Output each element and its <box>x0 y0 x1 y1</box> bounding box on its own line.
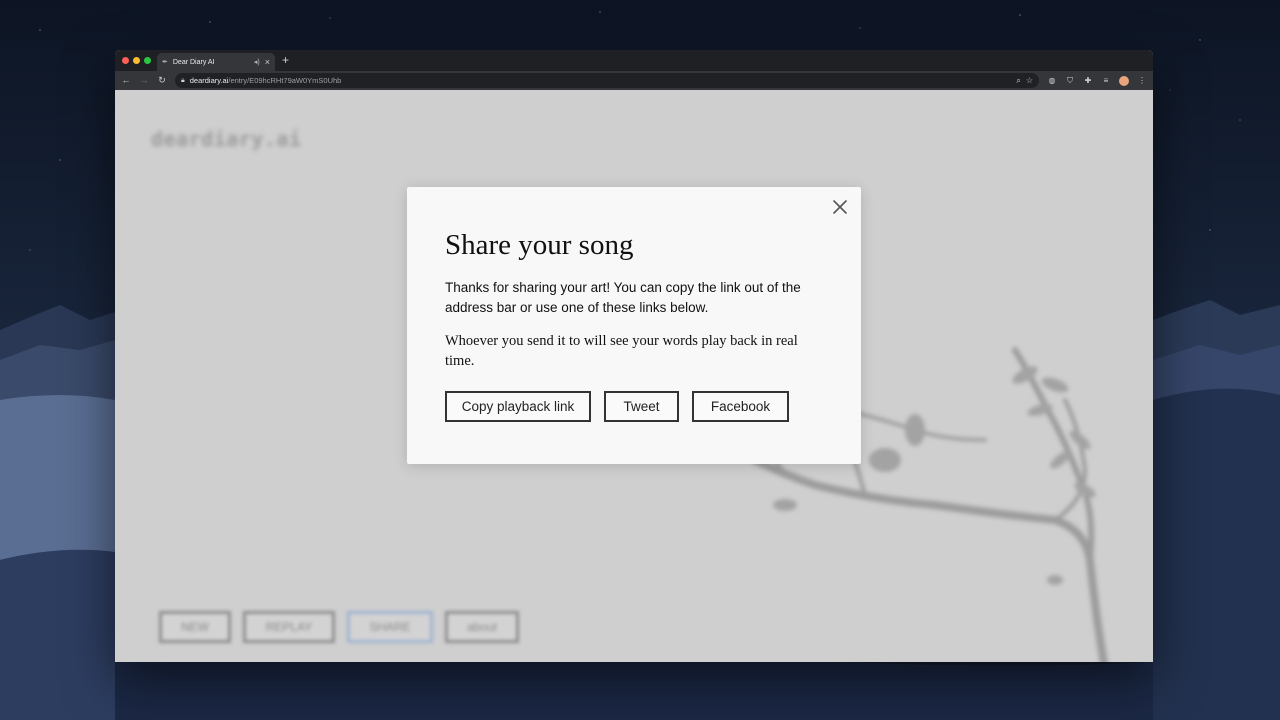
extension-shield-icon[interactable]: ⛉ <box>1065 76 1075 86</box>
window-controls <box>122 57 151 64</box>
back-icon[interactable]: ← <box>121 76 131 85</box>
site-controls: NEW REPLAY SHARE about <box>159 611 519 643</box>
new-tab-button[interactable]: + <box>282 54 289 66</box>
address-bar[interactable]: 🔒︎ deardiary.ai/entry/E09hcRHt79aW0YmS0U… <box>175 73 1039 88</box>
share-button[interactable]: SHARE <box>347 611 433 643</box>
reload-icon[interactable]: ↻ <box>157 76 167 85</box>
facebook-button[interactable]: Facebook <box>692 391 789 422</box>
close-window-button[interactable] <box>122 57 129 64</box>
speaker-icon[interactable]: ◂) <box>254 58 260 66</box>
replay-button[interactable]: REPLAY <box>243 611 335 643</box>
media-queue-icon[interactable]: ≡ <box>1101 76 1111 85</box>
share-modal: Share your song Thanks for sharing your … <box>407 187 861 464</box>
tab-bar: ✒ Dear Diary AI ◂) × + <box>115 50 1153 71</box>
close-icon[interactable] <box>832 199 848 215</box>
browser-toolbar: ← → ↻ 🔒︎ deardiary.ai/entry/E09hcRHt79aW… <box>115 71 1153 90</box>
about-button[interactable]: about <box>445 611 519 643</box>
zoom-icon[interactable]: ⌕ <box>1016 76 1020 86</box>
minimize-window-button[interactable] <box>133 57 140 64</box>
browser-window: ✒ Dear Diary AI ◂) × + ← → ↻ 🔒︎ deardiar… <box>115 50 1153 662</box>
url-path: /entry/E09hcRHt79aW0YmS0Uhb <box>228 76 342 85</box>
bookmark-star-icon[interactable]: ☆ <box>1026 76 1033 85</box>
tab-title: Dear Diary AI <box>172 58 215 66</box>
url-host: deardiary.ai <box>189 76 229 85</box>
tab-dear-diary[interactable]: ✒ Dear Diary AI ◂) × <box>157 53 275 71</box>
quill-icon: ✒ <box>162 59 168 66</box>
copy-playback-link-button[interactable]: Copy playback link <box>445 391 591 422</box>
modal-title: Share your song <box>445 229 634 261</box>
lock-icon[interactable]: 🔒︎ <box>181 77 185 85</box>
tab-close-icon[interactable]: × <box>265 57 270 67</box>
modal-note: Whoever you send it to will see your wor… <box>445 333 798 369</box>
new-button[interactable]: NEW <box>159 611 231 643</box>
extensions-puzzle-icon[interactable]: ✚ <box>1083 76 1093 85</box>
profile-avatar[interactable] <box>1119 75 1129 86</box>
forward-icon[interactable]: → <box>139 76 149 85</box>
page-viewport: deardiary.ai NEW REPLAY SHARE about Shar… <box>115 90 1153 662</box>
extension-globe-icon[interactable]: ◍ <box>1047 76 1057 85</box>
site-logo[interactable]: deardiary.ai <box>151 127 302 151</box>
share-actions: Copy playback link Tweet Facebook <box>445 391 823 422</box>
tweet-button[interactable]: Tweet <box>604 391 679 422</box>
menu-kebab-icon[interactable]: ⋮ <box>1137 76 1147 85</box>
modal-description: Thanks for sharing your art! You can cop… <box>445 280 801 315</box>
maximize-window-button[interactable] <box>144 57 151 64</box>
